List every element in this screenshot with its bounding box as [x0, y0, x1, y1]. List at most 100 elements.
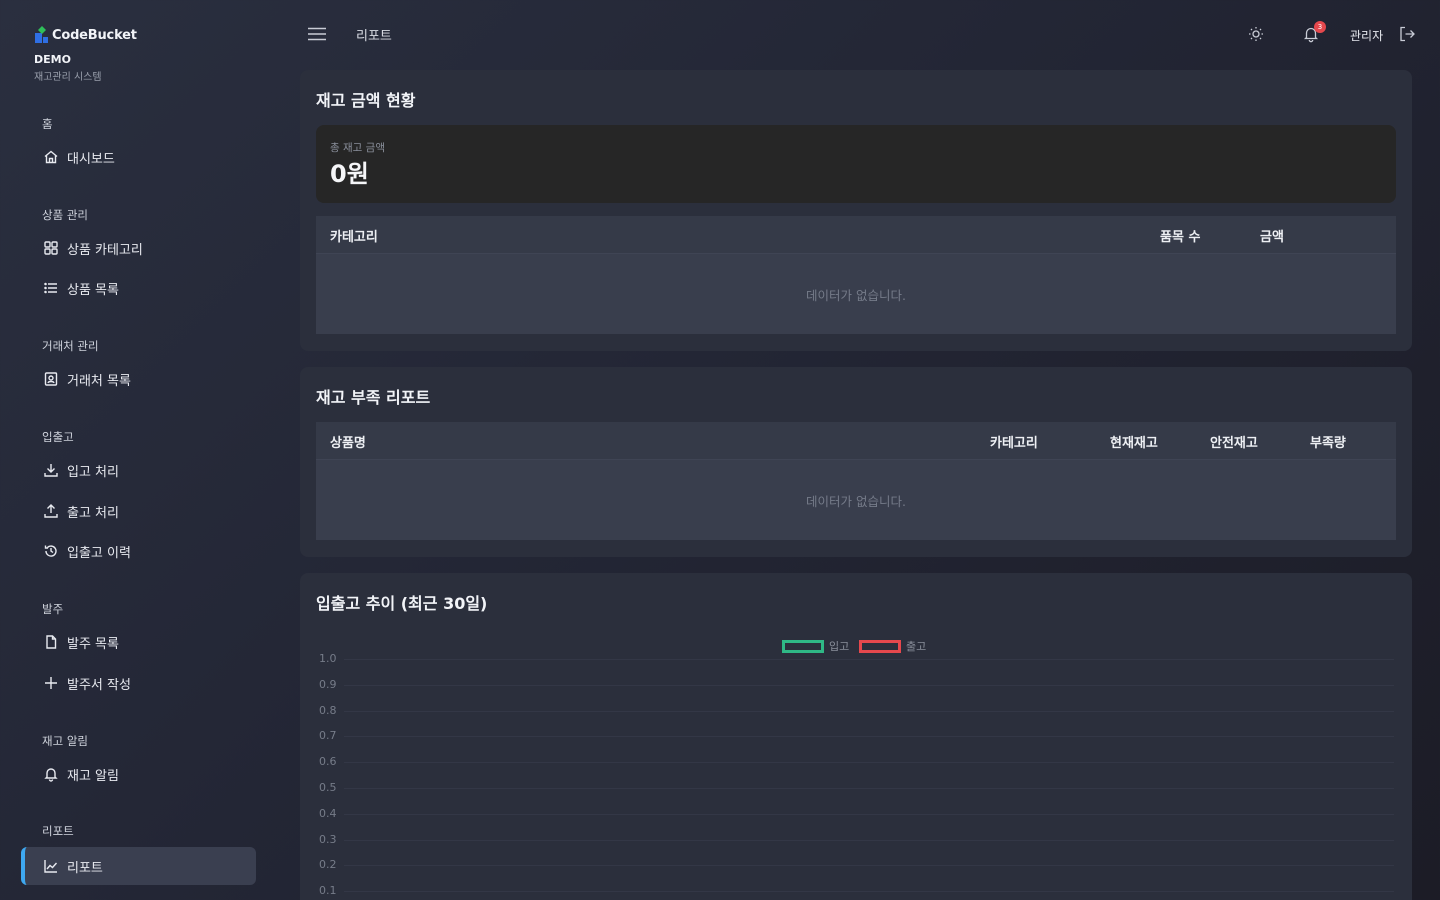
chart-legend-item-outbound[interactable]: 출고 — [859, 638, 926, 654]
y-gridline — [344, 839, 1394, 841]
total-value: 0원 — [330, 160, 369, 188]
sidebar-item-create-order[interactable]: 발주서 작성 — [21, 664, 256, 702]
legend-label: 입고 — [829, 640, 850, 653]
bell-icon — [44, 768, 58, 782]
inventory-value-card: 재고 금액 현황 총 재고 금액 0원 카테고리 품목 수 금액 데이터가 없습… — [300, 70, 1412, 351]
table-body: 데이터가 없습니다. — [316, 254, 1396, 334]
legend-label: 출고 — [906, 640, 927, 653]
y-tick-label: 0.5 — [319, 781, 337, 794]
sidebar-item-label: 출고 처리 — [67, 505, 119, 521]
column-header[interactable]: 상품명 — [330, 432, 366, 451]
brand-subtitle: 재고관리 시스템 — [34, 72, 102, 83]
y-gridline — [344, 813, 1394, 815]
logout-icon[interactable] — [1398, 25, 1416, 43]
nav-section-orders: 발주 — [42, 602, 64, 616]
contacts-icon — [44, 372, 58, 386]
chart-legend-item-inbound[interactable]: 입고 — [782, 638, 849, 654]
empty-state-text: 데이터가 없습니다. — [806, 288, 906, 303]
column-header[interactable]: 부족량 — [1310, 432, 1346, 451]
y-gridline — [344, 788, 1394, 789]
nav-section-reports: 리포트 — [42, 824, 74, 838]
inout-trend-card: 입출고 추이 (최근 30일) 입고 출고 1.0 0.9 0.8 0.7 0.6 0.5… — [300, 573, 1412, 900]
menu-toggle-icon[interactable] — [306, 25, 328, 43]
stock-shortage-card: 재고 부족 리포트 상품명 카테고리 현재재고 안전재고 부족량 데이터가 없습… — [300, 367, 1412, 557]
nav-section-alerts: 재고 알림 — [42, 734, 88, 748]
column-header[interactable]: 카테고리 — [330, 226, 378, 245]
notification-badge: 3 — [1314, 21, 1326, 33]
sidebar-item-label: 거래처 목록 — [67, 373, 131, 389]
sidebar-item-stock-alerts[interactable]: 재고 알림 — [21, 755, 256, 793]
y-tick-label: 0.2 — [319, 858, 337, 872]
brand-demo: DEMO — [34, 53, 71, 66]
card-title: 입출고 추이 (최근 30일) — [316, 594, 488, 613]
sidebar-item-label: 리포트 — [67, 860, 103, 876]
sidebar-item-label: 발주서 작성 — [67, 677, 131, 693]
sidebar-item-order-list[interactable]: 발주 목록 — [21, 623, 256, 661]
sidebar-item-label: 상품 목록 — [67, 282, 119, 298]
sidebar-item-product-list[interactable]: 상품 목록 — [21, 269, 256, 307]
nav-section-partners: 거래처 관리 — [42, 339, 99, 353]
card-title: 재고 부족 리포트 — [316, 388, 431, 407]
y-tick-label: 0.1 — [319, 884, 337, 898]
total-inventory-box: 총 재고 금액 0원 — [316, 125, 1396, 203]
home-icon — [44, 150, 58, 164]
upload-icon — [44, 504, 58, 518]
y-gridline — [344, 684, 1394, 686]
sidebar-item-label: 발주 목록 — [67, 636, 119, 652]
table-header: 카테고리 품목 수 금액 — [316, 216, 1396, 254]
theme-toggle-sun-icon[interactable] — [1247, 25, 1265, 43]
legend-swatch — [782, 639, 824, 653]
y-gridline — [344, 762, 1394, 764]
user-name[interactable]: 관리자 — [1350, 27, 1383, 44]
sidebar-item-reports[interactable]: 리포트 — [21, 847, 256, 885]
legend-swatch — [859, 639, 901, 653]
y-tick-label: 1.0 — [319, 652, 337, 665]
table-header: 상품명 카테고리 현재재고 안전재고 부족량 — [316, 422, 1396, 460]
y-tick-label: 0.9 — [319, 677, 337, 691]
y-tick-label: 0.6 — [319, 755, 337, 769]
sidebar: CodeBucket DEMO 재고관리 시스템 홈 대시보드 상품 관리 상품… — [0, 0, 276, 900]
column-header[interactable]: 현재재고 — [1110, 432, 1158, 451]
history-icon — [44, 545, 57, 557]
y-tick-label: 0.8 — [319, 703, 337, 717]
sidebar-item-label: 상품 카테고리 — [67, 242, 143, 258]
sidebar-item-product-category[interactable]: 상품 카테고리 — [21, 229, 256, 267]
stock-shortage-table: 상품명 카테고리 현재재고 안전재고 부족량 데이터가 없습니다. — [316, 422, 1396, 540]
sidebar-item-label: 재고 알림 — [67, 768, 119, 784]
total-label: 총 재고 금액 — [330, 142, 385, 154]
brand[interactable]: CodeBucket DEMO 재고관리 시스템 — [34, 24, 137, 83]
column-header[interactable]: 금액 — [1260, 226, 1284, 245]
sidebar-item-partner-list[interactable]: 거래처 목록 — [21, 360, 256, 398]
brand-name: CodeBucket — [52, 27, 137, 43]
y-tick-label: 0.7 — [319, 729, 337, 743]
grid-icon — [44, 241, 58, 255]
sidebar-item-dashboard[interactable]: 대시보드 — [21, 138, 256, 176]
table-body: 데이터가 없습니다. — [316, 460, 1396, 540]
nav-section-home: 홈 — [42, 117, 53, 131]
sidebar-item-label: 대시보드 — [67, 151, 115, 167]
empty-state-text: 데이터가 없습니다. — [806, 494, 906, 509]
sidebar-item-label: 입고 처리 — [67, 464, 119, 480]
inventory-value-table: 카테고리 품목 수 금액 데이터가 없습니다. — [316, 216, 1396, 334]
file-icon — [46, 635, 57, 649]
nav-section-inout: 입출고 — [42, 430, 74, 444]
nav-section-products: 상품 관리 — [42, 208, 88, 222]
list-icon — [44, 282, 57, 294]
y-gridline — [344, 736, 1394, 738]
y-gridline — [344, 865, 1394, 867]
y-gridline — [344, 710, 1394, 712]
logo-icon — [34, 26, 50, 44]
download-icon — [44, 464, 58, 477]
plus-icon — [45, 677, 57, 689]
y-gridline — [344, 891, 1394, 893]
chart-line-icon — [44, 860, 58, 873]
sidebar-item-inbound[interactable]: 입고 처리 — [21, 451, 256, 489]
column-header[interactable]: 카테고리 — [990, 432, 1038, 451]
column-header[interactable]: 품목 수 — [1160, 226, 1200, 245]
column-header[interactable]: 안전재고 — [1210, 432, 1258, 451]
sidebar-item-outbound[interactable]: 출고 처리 — [21, 492, 256, 530]
y-tick-label: 0.4 — [319, 806, 337, 820]
card-title: 재고 금액 현황 — [316, 91, 416, 110]
sidebar-item-history[interactable]: 입출고 이력 — [21, 532, 256, 570]
y-tick-label: 0.3 — [319, 832, 337, 846]
